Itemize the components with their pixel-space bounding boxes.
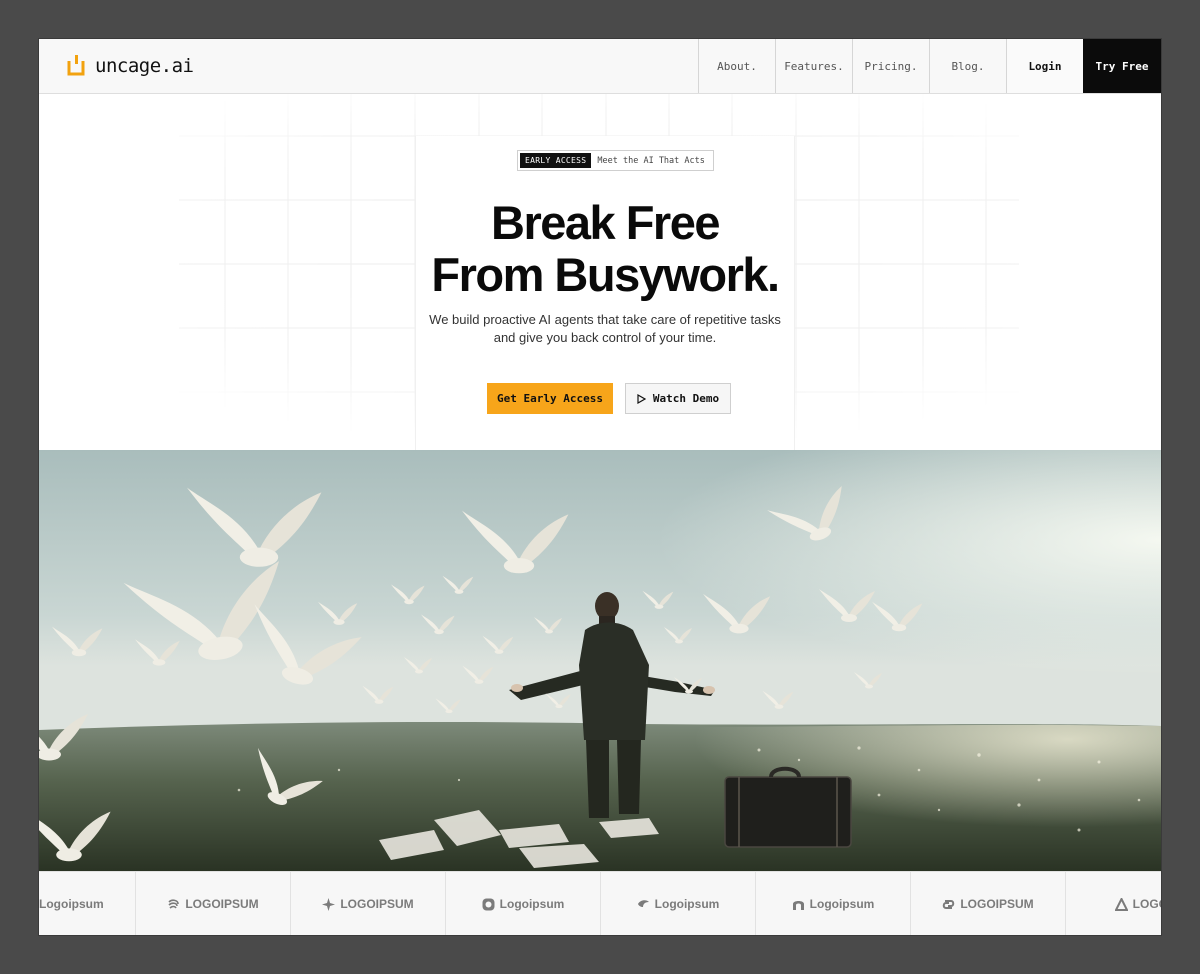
arch-icon (792, 900, 804, 910)
logo-text: LOGOIPSUM (340, 897, 414, 911)
brand-name: uncage.ai (95, 55, 194, 77)
nav-link-pricing[interactable]: Pricing. (852, 39, 929, 93)
logo-text: Logoipsum (809, 897, 875, 911)
rounded-c-icon (482, 898, 495, 910)
hero-image (39, 450, 1161, 871)
logo-text: Logoipsum (654, 897, 720, 911)
logo-item: LOGOIPSUM (911, 872, 1066, 935)
logo-text: Logoipsum (39, 897, 104, 911)
top-nav: uncage.ai About. Features. Pricing. Blog… (39, 39, 1161, 94)
badge-tag: EARLY ACCESS (520, 153, 592, 168)
brand[interactable]: uncage.ai (39, 39, 698, 93)
logo-item: Logoipsum (601, 872, 756, 935)
hero-illustration (39, 450, 1161, 871)
hero-subtitle: We build proactive AI agents that take c… (429, 312, 781, 345)
logo-strip: Logoipsum LOGOIPSUM LOGOIPSUM Logoipsum … (39, 871, 1161, 935)
nav-link-about[interactable]: About. (698, 39, 775, 93)
watch-demo-label: Watch Demo (652, 392, 720, 405)
logo-text: LOGOIPSUM (185, 897, 259, 911)
browser-frame: uncage.ai About. Features. Pricing. Blog… (39, 39, 1161, 935)
play-icon (637, 393, 646, 404)
get-early-access-button[interactable]: Get Early Access (487, 383, 613, 414)
loop-icon (943, 899, 955, 909)
headline-line-1: Break Free (491, 196, 721, 249)
nav-link-blog[interactable]: Blog. (929, 39, 1006, 93)
hero-headline: Break Free From Busywork. (379, 197, 831, 301)
brand-logo-icon (67, 55, 85, 76)
early-access-badge: EARLY ACCESS Meet the AI That Acts (517, 150, 714, 171)
logo-item: LOGOIPSUM (291, 872, 446, 935)
hero-section: EARLY ACCESS Meet the AI That Acts Break… (39, 94, 1161, 450)
login-button[interactable]: Login (1006, 39, 1083, 93)
suitcase (724, 766, 852, 848)
swirl-icon (168, 898, 180, 909)
logo-text: LOGOIPSUM (960, 897, 1034, 911)
headline-line-2: From Busywork. (431, 248, 780, 301)
nav-link-features[interactable]: Features. (775, 39, 852, 93)
try-free-button[interactable]: Try Free (1083, 39, 1161, 93)
star-cross-icon (322, 897, 336, 911)
triangle-icon (1114, 897, 1128, 911)
badge-text: Meet the AI That Acts (597, 155, 705, 166)
logo-text: Logoipsum (499, 897, 565, 911)
logo-item: Logoipsum (446, 872, 601, 935)
wing-icon (637, 899, 649, 907)
nav-links: About. Features. Pricing. Blog. Login Tr… (698, 39, 1161, 93)
logo-item: Logoipsum (39, 872, 136, 935)
logo-item: LOGOI (1066, 872, 1161, 935)
logo-item: LOGOIPSUM (136, 872, 291, 935)
logo-item: Logoipsum (756, 872, 911, 935)
watch-demo-button[interactable]: Watch Demo (625, 383, 731, 414)
logo-text: LOGOI (1132, 897, 1161, 911)
